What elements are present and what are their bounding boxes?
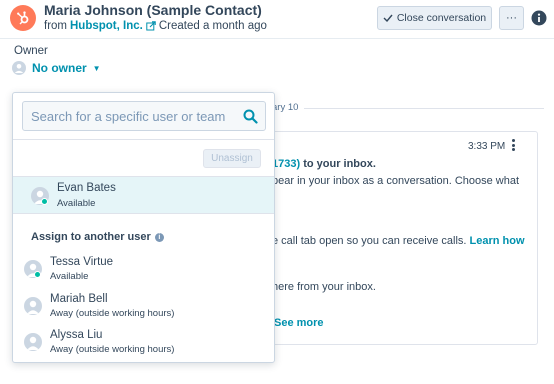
company-link[interactable]: Hubspot, Inc. xyxy=(70,20,143,32)
info-icon xyxy=(531,10,547,26)
user-status: Away (outside working hours) xyxy=(50,308,175,319)
message-line-3: e call tab open so you can receive calls… xyxy=(272,235,525,247)
user-status: Away (outside working hours) xyxy=(50,344,175,355)
search-input[interactable] xyxy=(23,102,238,130)
assign-section-title: Assign to another user i xyxy=(31,231,164,243)
close-conversation-button[interactable]: Close conversation xyxy=(377,6,492,30)
search-box xyxy=(22,101,266,131)
available-status-icon xyxy=(41,198,48,205)
check-icon xyxy=(383,14,393,22)
user-name: Tessa Virtue xyxy=(50,256,114,268)
created-time: Created a month ago xyxy=(158,20,267,32)
see-more-label: See more xyxy=(274,317,324,329)
user-name: Alyssa Liu xyxy=(50,329,103,341)
user-option-alyssa[interactable]: Alyssa Liu Away (outside working hours) xyxy=(13,326,274,358)
owner-label: Owner xyxy=(14,45,48,57)
date-label: ary 10 xyxy=(272,102,305,113)
current-owner-name: Evan Bates xyxy=(57,182,116,194)
message-bold: to your inbox. xyxy=(300,158,376,170)
more-actions-button[interactable]: ··· xyxy=(499,6,524,30)
info-button[interactable] xyxy=(527,6,551,30)
user-option-mariah[interactable]: Mariah Bell Away (outside working hours) xyxy=(13,290,274,322)
dropdown-divider xyxy=(13,139,274,140)
contact-subline: from Hubspot, Inc. Created a month ago xyxy=(44,20,267,32)
see-more-link[interactable]: See more xyxy=(274,317,324,329)
message-link[interactable]: 1733) xyxy=(272,158,300,170)
learn-how-link[interactable]: Learn how xyxy=(470,235,525,247)
available-status-icon xyxy=(34,271,41,278)
user-option-tessa[interactable]: Tessa Virtue Available xyxy=(13,253,274,285)
message-line-2: pear in your inbox as a conversation. Ch… xyxy=(272,175,520,187)
user-avatar-icon xyxy=(12,61,26,75)
avatar xyxy=(24,297,42,315)
user-status: Available xyxy=(50,271,89,282)
more-icon: ··· xyxy=(506,12,517,24)
avatar xyxy=(24,333,42,351)
message-line-1: 1733) to your inbox. xyxy=(272,158,376,170)
current-owner-status: Available xyxy=(57,198,96,209)
chevron-down-icon: ▼ xyxy=(92,63,101,73)
external-link-icon[interactable] xyxy=(146,21,156,31)
info-icon[interactable]: i xyxy=(154,232,164,242)
date-divider xyxy=(276,108,544,109)
owner-dropdown: Unassign Evan Bates Available Assign to … xyxy=(12,92,275,363)
search-icon[interactable] xyxy=(243,109,258,124)
message-line-3-text: e call tab open so you can receive calls… xyxy=(272,235,470,247)
hubspot-sprocket-icon xyxy=(10,5,36,31)
user-name: Mariah Bell xyxy=(50,293,108,305)
close-conversation-label: Close conversation xyxy=(396,12,487,24)
from-prefix: from xyxy=(44,20,67,32)
conversation-header: Maria Johnson (Sample Contact) from Hubs… xyxy=(0,0,554,39)
assign-section-label: Assign to another user xyxy=(31,231,151,243)
contact-name: Maria Johnson (Sample Contact) xyxy=(44,2,262,18)
current-owner-row[interactable]: Evan Bates Available xyxy=(13,176,274,214)
message-line-4: here from your inbox. xyxy=(272,281,376,293)
owner-select[interactable]: No owner ▼ xyxy=(12,61,101,75)
message-menu-icon[interactable] xyxy=(509,138,517,152)
unassign-button[interactable]: Unassign xyxy=(203,149,261,168)
owner-value: No owner xyxy=(32,61,87,75)
message-time: 3:33 PM xyxy=(468,141,506,152)
